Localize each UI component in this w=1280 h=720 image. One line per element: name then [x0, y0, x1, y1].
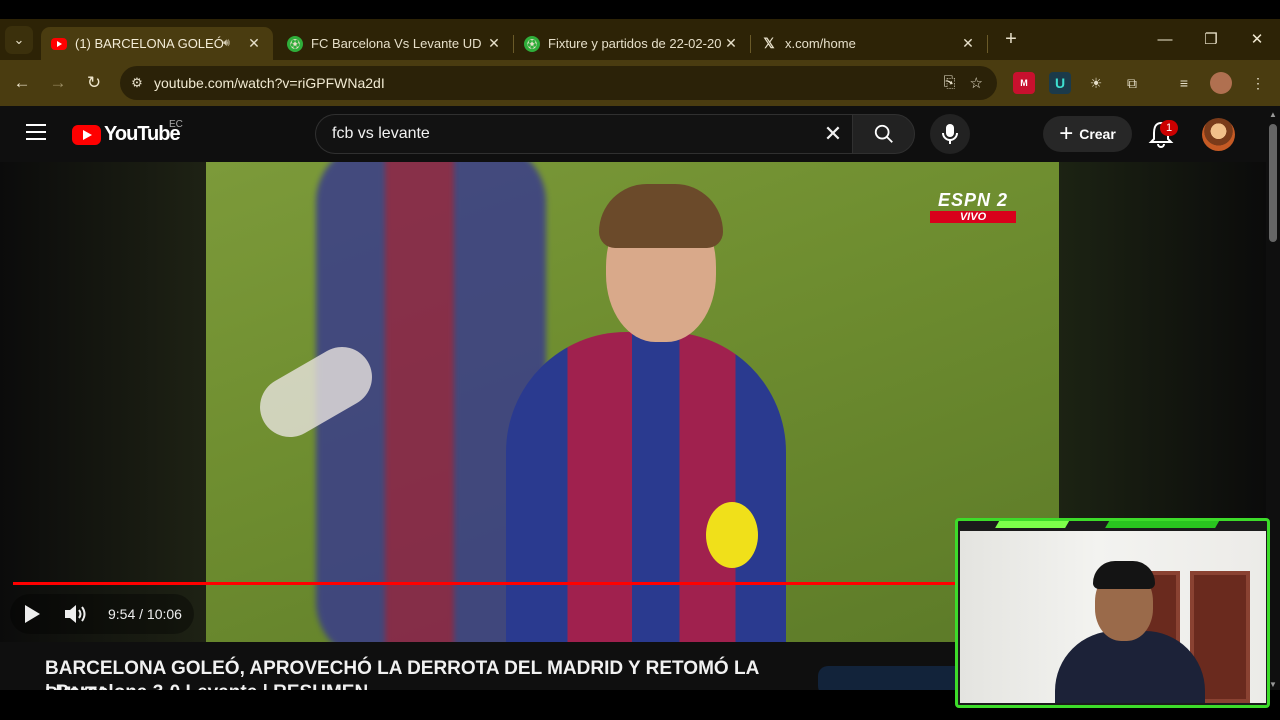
reload-button[interactable]: ↻ — [76, 73, 112, 93]
profile-avatar[interactable] — [1210, 72, 1232, 94]
scroll-thumb[interactable] — [1269, 124, 1277, 242]
country-code: EC — [169, 119, 183, 130]
close-tab-icon[interactable]: ✕ — [722, 35, 740, 52]
webcam-feed — [960, 531, 1266, 703]
clear-search-icon[interactable]: ✕ — [814, 121, 852, 147]
close-tab-icon[interactable]: ✕ — [959, 35, 977, 52]
plus-icon: + — [1059, 120, 1074, 147]
player-controls: 9:54 / 10:06 — [10, 594, 194, 634]
tab-title: x.com/home — [785, 36, 856, 51]
scroll-down-arrow-icon[interactable]: ▼ — [1269, 680, 1277, 689]
streamer-hair — [1093, 561, 1155, 589]
sponsor-logo-icon — [706, 502, 758, 568]
browser-toolbar: ← → ↻ ⚙︎ youtube.com/watch?v=riGPFWNa2dI… — [0, 60, 1280, 106]
tab-fcb-levante[interactable]: ⚽︎ FC Barcelona Vs Levante UD - A ✕ — [277, 27, 513, 60]
close-window-button[interactable]: ✕ — [1234, 19, 1280, 59]
screen-top-strip — [0, 0, 1280, 19]
youtube-header: YouTube EC fcb vs levante ✕ + Crear 1 — [0, 106, 1266, 162]
address-bar[interactable]: ⚙︎ youtube.com/watch?v=riGPFWNa2dI ⎘ ☆ — [120, 66, 997, 100]
soccer-ball-icon: ⚽︎ — [287, 35, 303, 52]
time-display: 9:54 / 10:06 — [108, 606, 182, 622]
account-avatar[interactable] — [1202, 118, 1235, 151]
extensions-puzzle-icon[interactable]: ⧉ — [1121, 72, 1143, 94]
extension-u-icon[interactable]: U — [1049, 72, 1071, 94]
hamburger-menu-icon[interactable] — [26, 124, 46, 145]
tab-youtube[interactable]: (1) BARCELONA GOLEÓ, AP 🔊︎ ✕ — [41, 27, 273, 60]
youtube-icon — [51, 37, 67, 50]
new-tab-button[interactable]: + — [998, 28, 1024, 51]
tab-fixture[interactable]: ⚽︎ Fixture y partidos de 22-02-202 ✕ — [514, 27, 750, 60]
forward-button[interactable]: → — [40, 73, 76, 93]
search-icon — [874, 124, 893, 143]
streamer-body — [1055, 631, 1205, 703]
play-icon — [25, 605, 40, 623]
search-button[interactable] — [852, 114, 915, 154]
extension-red-icon[interactable]: M — [1013, 72, 1035, 94]
voice-search-button[interactable] — [930, 114, 970, 154]
tab-separator — [987, 34, 988, 53]
x-logo-icon: 𝕏 — [763, 35, 775, 51]
player-jersey — [506, 332, 786, 642]
ambient-glow-left — [0, 162, 206, 642]
create-button[interactable]: + Crear — [1043, 116, 1132, 152]
microphone-icon — [942, 124, 958, 144]
volume-icon — [65, 605, 86, 623]
tab-title: FC Barcelona Vs Levante UD - A — [311, 36, 485, 51]
search-input[interactable]: fcb vs levante — [332, 125, 814, 143]
close-tab-icon[interactable]: ✕ — [245, 35, 263, 52]
browser-tab-bar: ⌄ (1) BARCELONA GOLEÓ, AP 🔊︎ ✕ ⚽︎ FC Bar… — [0, 19, 1280, 60]
media-controls-icon[interactable]: ≡ — [1173, 72, 1195, 94]
webcam-overlay — [955, 518, 1270, 708]
bookmark-star-icon[interactable]: ☆ — [970, 74, 983, 92]
close-tab-icon[interactable]: ✕ — [485, 35, 503, 52]
browser-menu-icon[interactable]: ⋮ — [1247, 72, 1269, 94]
volume-button[interactable] — [54, 594, 98, 634]
search-box[interactable]: fcb vs levante ✕ — [315, 114, 852, 154]
site-info-icon[interactable]: ⚙︎ — [120, 75, 154, 91]
minimize-button[interactable]: — — [1142, 19, 1188, 59]
speaker-icon[interactable]: 🔊︎ — [223, 37, 239, 50]
tab-x-home[interactable]: 𝕏 x.com/home ✕ — [751, 27, 987, 60]
tab-title: (1) BARCELONA GOLEÓ, AP — [75, 36, 223, 51]
channel-bug-name: ESPN 2 — [937, 190, 1009, 210]
player-hair — [599, 184, 723, 248]
youtube-logo[interactable]: YouTube — [72, 123, 181, 146]
channel-bug-live: VIVO — [930, 211, 1016, 223]
channel-bug: ESPN 2 VIVO — [930, 190, 1016, 223]
scroll-up-arrow-icon[interactable]: ▲ — [1269, 110, 1277, 119]
tab-title: Fixture y partidos de 22-02-202 — [548, 36, 722, 51]
url-text[interactable]: youtube.com/watch?v=riGPFWNa2dI — [154, 75, 944, 91]
play-button[interactable] — [10, 594, 54, 634]
chevron-down-icon: ⌄ — [13, 31, 25, 47]
tab-search-button[interactable]: ⌄ — [5, 25, 33, 54]
extension-sun-icon[interactable]: ☀︎ — [1085, 72, 1107, 94]
back-button[interactable]: ← — [4, 73, 40, 93]
install-app-icon[interactable]: ⎘ — [944, 74, 956, 92]
video-frame[interactable]: ESPN 2 VIVO — [206, 162, 1059, 642]
notification-badge: 1 — [1160, 120, 1178, 136]
create-label: Crear — [1079, 126, 1116, 142]
restore-button[interactable]: ❐ — [1188, 19, 1234, 59]
soccer-ball-icon: ⚽︎ — [524, 35, 540, 52]
youtube-play-logo-icon — [72, 124, 101, 145]
